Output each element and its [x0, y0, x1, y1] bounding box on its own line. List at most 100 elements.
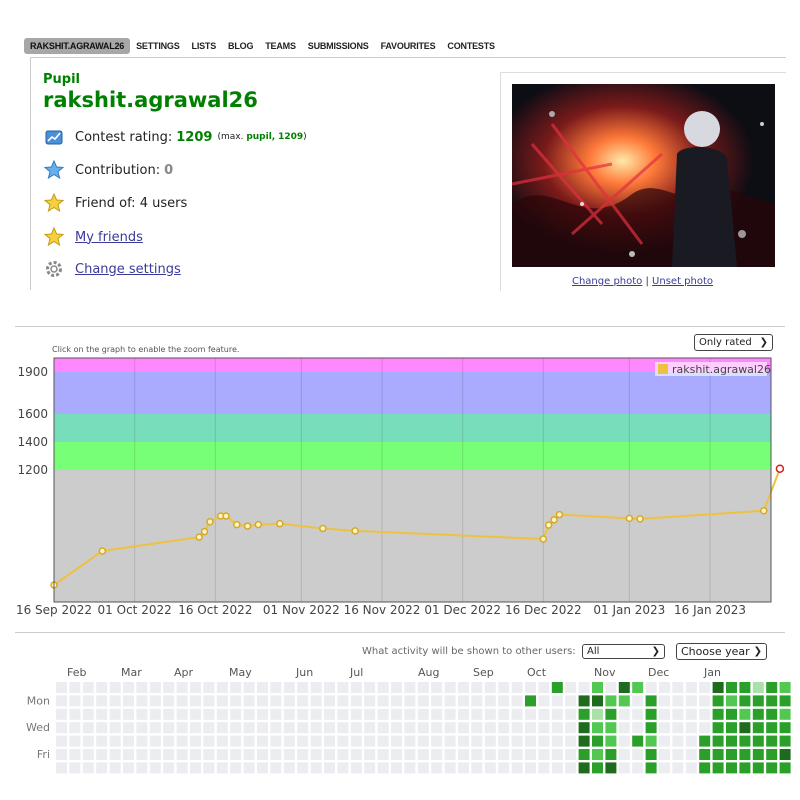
activity-cell[interactable] — [109, 749, 121, 760]
activity-cell[interactable] — [69, 722, 81, 734]
activity-cell[interactable] — [149, 749, 161, 760]
activity-cell[interactable] — [632, 762, 644, 774]
activity-cell[interactable] — [699, 762, 711, 774]
activity-cell[interactable] — [739, 695, 751, 707]
activity-cell[interactable] — [726, 682, 737, 693]
activity-cell[interactable] — [69, 749, 81, 760]
activity-cell[interactable] — [618, 735, 630, 747]
activity-cell[interactable] — [270, 749, 282, 760]
activity-cell[interactable] — [551, 762, 563, 774]
activity-cell[interactable] — [565, 708, 577, 720]
activity-cell[interactable] — [216, 708, 228, 720]
activity-cell[interactable] — [56, 708, 67, 720]
activity-cell[interactable] — [444, 735, 456, 747]
activity-cell[interactable] — [605, 695, 617, 707]
activity-cell[interactable] — [645, 682, 657, 693]
activity-cell[interactable] — [163, 762, 175, 774]
activity-cell[interactable] — [56, 695, 67, 707]
activity-cell[interactable] — [123, 708, 134, 720]
activity-cell[interactable] — [350, 722, 362, 734]
activity-cell[interactable] — [444, 695, 456, 707]
activity-cell[interactable] — [56, 682, 67, 693]
activity-cell[interactable] — [109, 708, 121, 720]
activity-cell[interactable] — [752, 722, 764, 734]
unset-photo-link[interactable]: Unset photo — [652, 276, 713, 287]
activity-cell[interactable] — [283, 749, 295, 760]
activity-cell[interactable] — [136, 682, 148, 693]
activity-cell[interactable] — [712, 708, 724, 720]
activity-cell[interactable] — [431, 762, 443, 774]
activity-cell[interactable] — [216, 749, 228, 760]
activity-cell[interactable] — [216, 735, 228, 747]
activity-cell[interactable] — [176, 695, 188, 707]
activity-cell[interactable] — [525, 735, 536, 747]
activity-cell[interactable] — [163, 708, 175, 720]
activity-cell[interactable] — [123, 749, 134, 760]
rating-point[interactable] — [636, 515, 644, 523]
activity-cell[interactable] — [230, 695, 242, 707]
activity-cell[interactable] — [685, 708, 697, 720]
activity-cell[interactable] — [538, 695, 550, 707]
activity-cell[interactable] — [136, 708, 148, 720]
activity-cell[interactable] — [297, 708, 309, 720]
activity-cell[interactable] — [377, 722, 389, 734]
activity-cell[interactable] — [257, 762, 268, 774]
activity-cell[interactable] — [190, 762, 201, 774]
nav-favourites[interactable]: FAVOURITES — [375, 38, 442, 54]
activity-cell[interactable] — [96, 682, 108, 693]
activity-cell[interactable] — [283, 695, 295, 707]
activity-cell[interactable] — [82, 695, 94, 707]
activity-cell[interactable] — [350, 735, 362, 747]
activity-cell[interactable] — [739, 722, 751, 734]
activity-cell[interactable] — [645, 749, 657, 760]
activity-cell[interactable] — [766, 682, 778, 693]
activity-cell[interactable] — [216, 762, 228, 774]
activity-cell[interactable] — [712, 762, 724, 774]
activity-cell[interactable] — [230, 682, 242, 693]
activity-cell[interactable] — [712, 695, 724, 707]
activity-cell[interactable] — [551, 735, 563, 747]
activity-cell[interactable] — [672, 695, 684, 707]
activity-cell[interactable] — [538, 682, 550, 693]
activity-cell[interactable] — [417, 682, 429, 693]
activity-cell[interactable] — [324, 708, 335, 720]
activity-cell[interactable] — [471, 735, 483, 747]
activity-cell[interactable] — [484, 682, 496, 693]
rating-point[interactable] — [539, 535, 548, 543]
activity-cell[interactable] — [618, 749, 630, 760]
activity-cell[interactable] — [578, 762, 590, 774]
rating-chart[interactable]: 1200 1400 1600 1900 16 Sep 2022 01 Oct 2022 1… — [0, 352, 800, 622]
rating-point[interactable] — [775, 464, 785, 473]
activity-cell[interactable] — [511, 708, 523, 720]
activity-cell[interactable] — [739, 762, 751, 774]
activity-cell[interactable] — [190, 722, 201, 734]
activity-cell[interactable] — [699, 695, 711, 707]
activity-cell[interactable] — [766, 695, 778, 707]
activity-cell[interactable] — [471, 708, 483, 720]
activity-cell[interactable] — [672, 722, 684, 734]
activity-cell[interactable] — [565, 762, 577, 774]
activity-cell[interactable] — [578, 695, 590, 707]
activity-cell[interactable] — [69, 762, 81, 774]
activity-cell[interactable] — [270, 722, 282, 734]
activity-cell[interactable] — [243, 708, 255, 720]
rating-point[interactable] — [222, 512, 230, 520]
activity-cell[interactable] — [618, 682, 630, 693]
nav-submissions[interactable]: SUBMISSIONS — [302, 38, 375, 54]
rating-point[interactable] — [254, 520, 263, 529]
activity-cell[interactable] — [766, 749, 778, 760]
activity-cell[interactable] — [190, 695, 201, 707]
activity-cell[interactable] — [498, 735, 510, 747]
activity-cell[interactable] — [391, 749, 402, 760]
activity-cell[interactable] — [712, 735, 724, 747]
activity-cell[interactable] — [163, 749, 175, 760]
activity-cell[interactable] — [82, 762, 94, 774]
activity-cell[interactable] — [672, 735, 684, 747]
activity-cell[interactable] — [739, 708, 751, 720]
activity-cell[interactable] — [551, 749, 563, 760]
rating-point[interactable] — [351, 527, 359, 535]
activity-cell[interactable] — [82, 708, 94, 720]
activity-cell[interactable] — [391, 735, 402, 747]
activity-cell[interactable] — [310, 722, 322, 734]
activity-cell[interactable] — [69, 708, 81, 720]
